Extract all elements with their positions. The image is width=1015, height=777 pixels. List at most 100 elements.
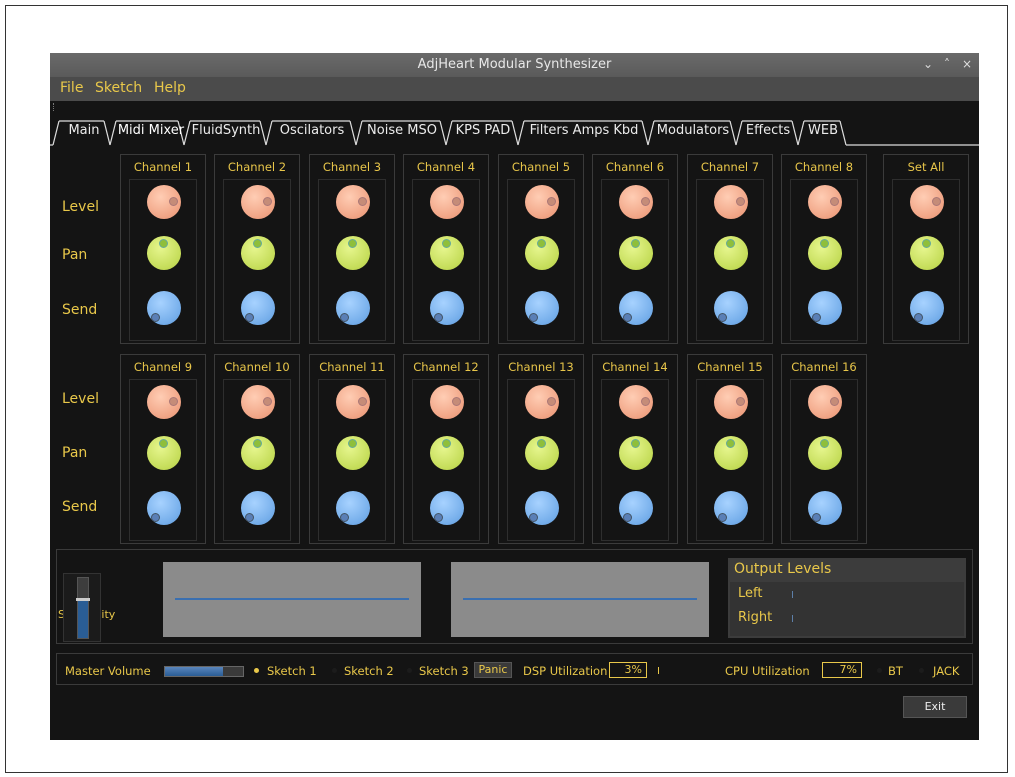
- sensitivity-slider-fill: [78, 600, 88, 638]
- title-bar: AdjHeart Modular Synthesizer ⌄ ˄ ×: [50, 53, 979, 77]
- row-label-send-2: Send: [62, 499, 98, 515]
- level-knob[interactable]: [147, 385, 181, 419]
- send-knob[interactable]: [336, 291, 370, 325]
- menu-help[interactable]: Help: [154, 80, 186, 96]
- pan-knob[interactable]: [619, 436, 653, 470]
- pan-knob[interactable]: [147, 436, 181, 470]
- tab-noise-mso[interactable]: Noise MSO: [362, 119, 442, 143]
- sensitivity-slider-handle[interactable]: [76, 598, 90, 601]
- pan-knob[interactable]: [430, 436, 464, 470]
- level-knob[interactable]: [241, 385, 275, 419]
- send-knob-indicator: [718, 513, 727, 522]
- sensitivity-slider-well: [63, 573, 101, 642]
- send-knob[interactable]: [336, 491, 370, 525]
- sketch2-radio[interactable]: [332, 668, 337, 673]
- pan-knob[interactable]: [241, 436, 275, 470]
- sketch1-radio[interactable]: [254, 668, 259, 673]
- pan-knob[interactable]: [525, 236, 559, 270]
- pan-knob-indicator: [159, 439, 168, 448]
- send-knob[interactable]: [714, 291, 748, 325]
- pan-knob-indicator: [820, 439, 829, 448]
- level-knob[interactable]: [619, 385, 653, 419]
- tab-modulators[interactable]: Modulators: [654, 119, 732, 143]
- exit-button[interactable]: Exit: [903, 696, 967, 718]
- pan-knob[interactable]: [336, 436, 370, 470]
- send-knob[interactable]: [147, 491, 181, 525]
- level-knob-indicator: [830, 197, 839, 206]
- level-knob[interactable]: [430, 385, 464, 419]
- minimize-icon[interactable]: ⌄: [920, 57, 936, 71]
- level-knob[interactable]: [147, 185, 181, 219]
- level-knob[interactable]: [336, 385, 370, 419]
- tab-filters-amps-kbd[interactable]: Filters Amps Kbd: [524, 119, 644, 143]
- level-knob-indicator: [452, 397, 461, 406]
- channel-label: Channel 9: [133, 360, 193, 374]
- pan-knob[interactable]: [336, 236, 370, 270]
- master-volume-label: Master Volume: [65, 664, 151, 678]
- level-knob[interactable]: [525, 385, 559, 419]
- status-bar: Master Volume Sketch 1 Sketch 2 Sketch 3…: [56, 653, 973, 685]
- send-knob[interactable]: [241, 491, 275, 525]
- menu-file[interactable]: File: [60, 80, 83, 96]
- close-icon[interactable]: ×: [959, 57, 975, 71]
- dsp-utilization-label: DSP Utilization: [523, 664, 608, 678]
- master-volume-slider[interactable]: [164, 666, 244, 677]
- pan-knob[interactable]: [714, 236, 748, 270]
- jack-radio[interactable]: [919, 668, 924, 673]
- level-knob[interactable]: [808, 185, 842, 219]
- pan-knob[interactable]: [910, 236, 944, 270]
- pan-knob[interactable]: [619, 236, 653, 270]
- level-knob[interactable]: [910, 185, 944, 219]
- pan-knob[interactable]: [714, 436, 748, 470]
- channel-label: Channel 11: [319, 360, 385, 374]
- pan-knob[interactable]: [241, 236, 275, 270]
- send-knob[interactable]: [714, 491, 748, 525]
- tab-main[interactable]: Main: [62, 119, 106, 143]
- right-waveform-display: [451, 562, 709, 637]
- tab-oscilators[interactable]: Oscilators: [272, 119, 352, 143]
- pan-knob[interactable]: [430, 236, 464, 270]
- tab-web[interactable]: WEB: [804, 119, 842, 143]
- menu-sketch[interactable]: Sketch: [95, 80, 142, 96]
- send-knob[interactable]: [147, 291, 181, 325]
- pan-knob[interactable]: [808, 236, 842, 270]
- send-knob[interactable]: [619, 491, 653, 525]
- send-knob[interactable]: [525, 491, 559, 525]
- tab-kps-pad[interactable]: KPS PAD: [452, 119, 514, 143]
- level-knob[interactable]: [619, 185, 653, 219]
- tab-fluidsynth[interactable]: FluidSynth: [190, 119, 262, 143]
- tab-midi-mixer[interactable]: Midi Mixer: [116, 119, 186, 143]
- level-knob[interactable]: [525, 185, 559, 219]
- output-right-meter: [792, 615, 793, 622]
- pan-knob[interactable]: [525, 436, 559, 470]
- master-volume-fill: [165, 667, 223, 676]
- send-knob[interactable]: [619, 291, 653, 325]
- level-knob[interactable]: [336, 185, 370, 219]
- toolbar-grip[interactable]: [53, 103, 57, 111]
- pan-knob[interactable]: [147, 236, 181, 270]
- channel-strip-2: Channel 2: [214, 154, 300, 344]
- send-knob[interactable]: [910, 291, 944, 325]
- panic-button[interactable]: Panic: [474, 662, 512, 678]
- send-knob[interactable]: [808, 291, 842, 325]
- maximize-icon[interactable]: ˄: [939, 57, 955, 71]
- pan-knob-indicator: [348, 239, 357, 248]
- level-knob[interactable]: [714, 385, 748, 419]
- send-knob-indicator: [812, 313, 821, 322]
- sketch3-radio[interactable]: [407, 668, 412, 673]
- level-knob[interactable]: [714, 185, 748, 219]
- send-knob[interactable]: [430, 291, 464, 325]
- level-knob[interactable]: [808, 385, 842, 419]
- bt-radio[interactable]: [877, 668, 882, 673]
- send-knob[interactable]: [241, 291, 275, 325]
- pan-knob[interactable]: [808, 436, 842, 470]
- send-knob[interactable]: [525, 291, 559, 325]
- send-knob[interactable]: [808, 491, 842, 525]
- sensitivity-slider[interactable]: [76, 577, 90, 639]
- level-knob-indicator: [641, 397, 650, 406]
- tab-effects[interactable]: Effects: [742, 119, 794, 143]
- level-knob[interactable]: [430, 185, 464, 219]
- level-knob[interactable]: [241, 185, 275, 219]
- channel-strip-13: Channel 13: [498, 354, 584, 544]
- send-knob[interactable]: [430, 491, 464, 525]
